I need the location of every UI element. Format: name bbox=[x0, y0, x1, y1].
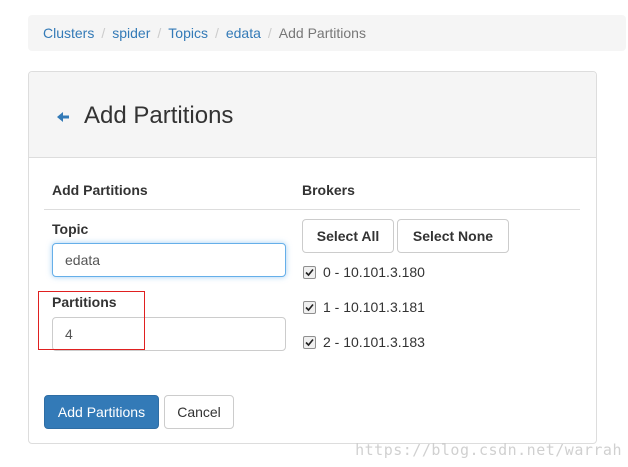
select-all-button[interactable]: Select All bbox=[302, 219, 394, 253]
add-partitions-column-header: Add Partitions bbox=[52, 182, 148, 198]
broker-item: 0 - 10.101.3.180 bbox=[303, 264, 425, 280]
annotation-highlight-box bbox=[38, 291, 145, 350]
breadcrumb-current: Add Partitions bbox=[278, 25, 366, 41]
broker-item: 2 - 10.101.3.183 bbox=[303, 334, 425, 350]
breadcrumb-separator: / bbox=[101, 25, 106, 41]
broker-checkbox[interactable] bbox=[303, 335, 316, 349]
breadcrumb-clusters[interactable]: Clusters bbox=[43, 25, 94, 41]
brokers-column-header: Brokers bbox=[302, 182, 355, 198]
check-icon bbox=[305, 338, 314, 346]
breadcrumb-topic[interactable]: edata bbox=[226, 25, 261, 41]
broker-checkbox[interactable] bbox=[303, 300, 316, 314]
breadcrumb-separator: / bbox=[157, 25, 162, 41]
page-title: Add Partitions bbox=[84, 102, 234, 129]
watermark: https://blog.csdn.net/warrah bbox=[355, 441, 622, 459]
arrow-left-icon[interactable] bbox=[55, 109, 71, 125]
broker-checkbox[interactable] bbox=[303, 265, 316, 279]
breadcrumb-separator: / bbox=[214, 25, 219, 41]
add-partitions-panel: Add Partitions Add Partitions Brokers To… bbox=[28, 71, 597, 444]
panel-heading: Add Partitions bbox=[29, 72, 596, 158]
breadcrumb-cluster[interactable]: spider bbox=[112, 25, 150, 41]
topic-input[interactable] bbox=[52, 243, 286, 277]
cancel-button[interactable]: Cancel bbox=[164, 395, 234, 429]
broker-item: 1 - 10.101.3.181 bbox=[303, 299, 425, 315]
broker-label: 0 - 10.101.3.180 bbox=[323, 264, 425, 280]
header-divider bbox=[44, 209, 580, 210]
check-icon bbox=[305, 303, 314, 311]
topic-label: Topic bbox=[52, 221, 89, 237]
breadcrumb-separator: / bbox=[267, 25, 272, 41]
check-icon bbox=[305, 268, 314, 276]
breadcrumb: Clusters / spider / Topics / edata / Add… bbox=[28, 15, 626, 51]
breadcrumb-topics[interactable]: Topics bbox=[168, 25, 208, 41]
broker-label: 1 - 10.101.3.181 bbox=[323, 299, 425, 315]
add-partitions-button[interactable]: Add Partitions bbox=[44, 395, 159, 429]
broker-label: 2 - 10.101.3.183 bbox=[323, 334, 425, 350]
select-none-button[interactable]: Select None bbox=[397, 219, 509, 253]
